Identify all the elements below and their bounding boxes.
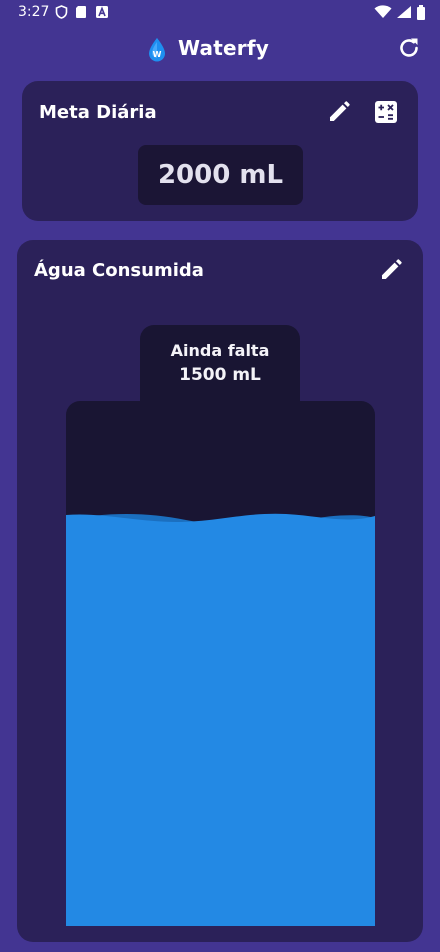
status-right [374, 5, 426, 20]
svg-text:W: W [153, 50, 162, 59]
pencil-icon [379, 258, 403, 286]
status-left: 3:27 [18, 4, 109, 20]
calculator-icon [374, 100, 398, 128]
calculator-button[interactable] [371, 99, 401, 129]
water-consumed-card: Água Consumida Ainda falta 1500 mL [17, 240, 423, 942]
status-time: 3:27 [18, 4, 50, 20]
a-badge-icon [95, 5, 109, 19]
sd-card-icon [75, 5, 89, 19]
pencil-icon [327, 100, 351, 128]
daily-goal-card: Meta Diária 2000 mL [22, 81, 418, 221]
daily-goal-title: Meta Diária [39, 102, 157, 123]
water-drop-logo: W [146, 37, 168, 63]
signal-icon [396, 5, 412, 19]
wifi-icon [374, 5, 392, 19]
refresh-button[interactable] [394, 35, 424, 65]
app-bar: W Waterfy [0, 24, 440, 76]
refresh-icon [397, 36, 421, 64]
edit-consumed-button[interactable] [376, 257, 406, 287]
remaining-label: Ainda falta [170, 341, 270, 360]
water-wave [66, 513, 375, 534]
shield-icon [55, 5, 69, 19]
remaining-value: 1500 mL [179, 365, 261, 385]
battery-icon [416, 5, 426, 20]
status-bar: 3:27 [0, 0, 440, 24]
water-consumed-title: Água Consumida [34, 260, 204, 281]
daily-goal-value[interactable]: 2000 mL [138, 145, 303, 205]
water-bottle [66, 401, 375, 926]
edit-goal-button[interactable] [324, 99, 354, 129]
water-fill [66, 522, 375, 926]
app-title: Waterfy [178, 36, 269, 60]
